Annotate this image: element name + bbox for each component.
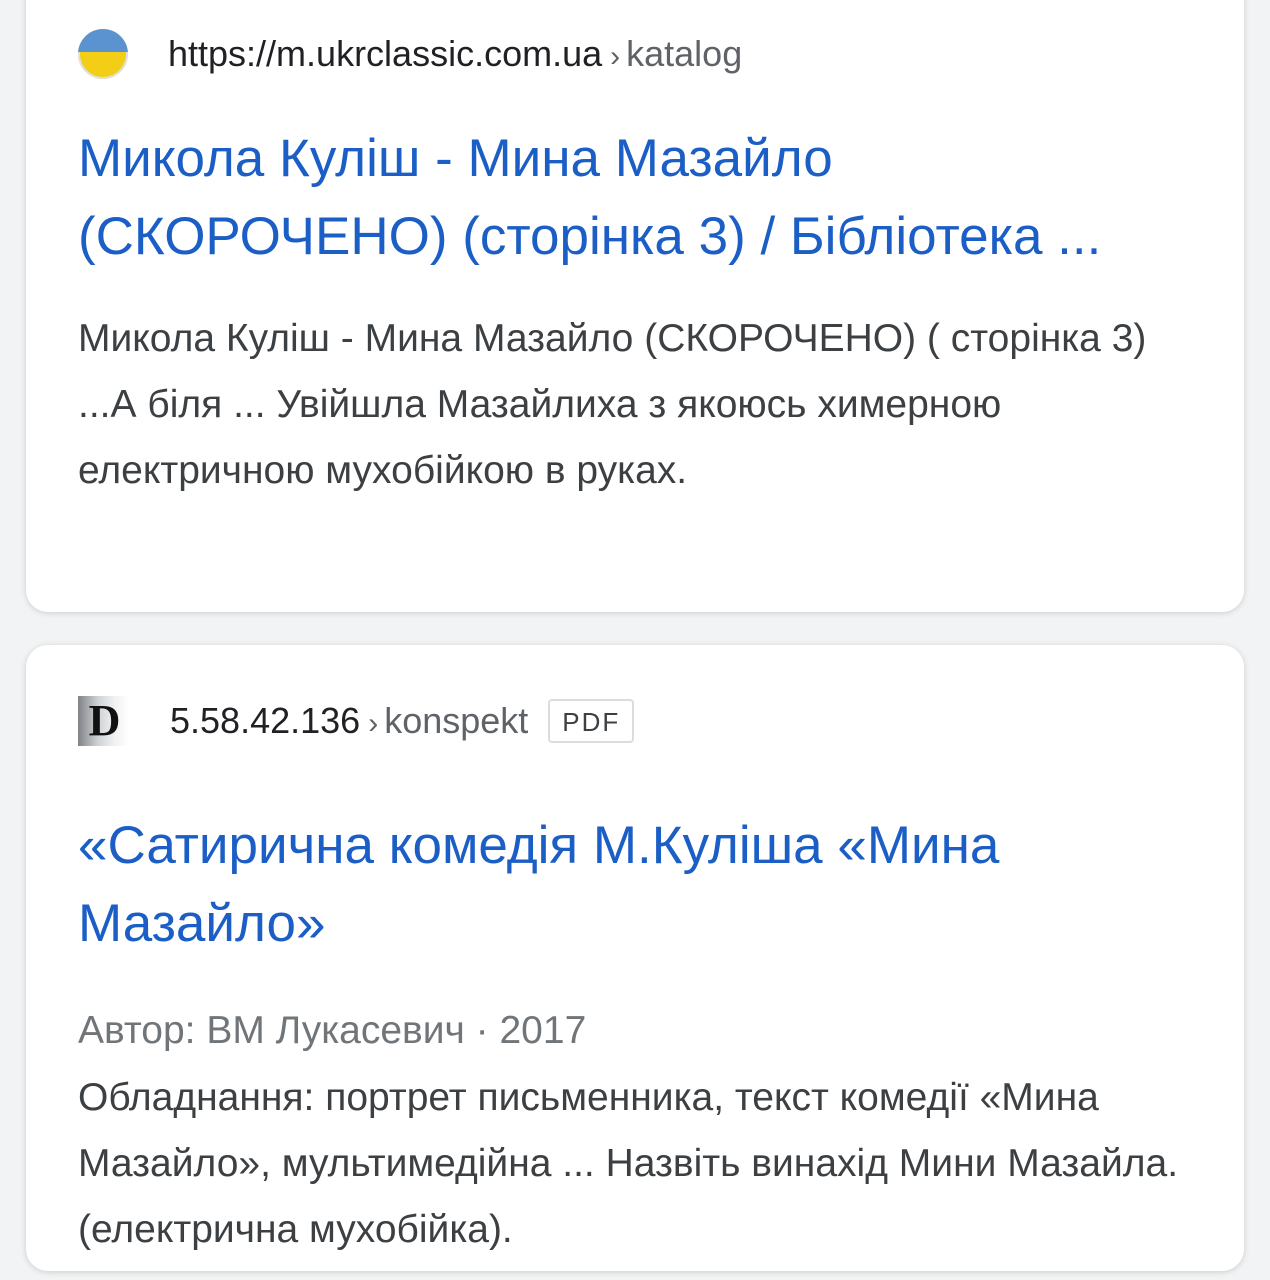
url-domain: https://m.ukrclassic.com.ua xyxy=(168,33,603,74)
result-title-link[interactable]: «Сатирична комедія М.Куліша «Мина Мазайл… xyxy=(78,807,1192,963)
result-url[interactable]: https://m.ukrclassic.com.ua › katalog xyxy=(168,33,742,75)
pdf-badge: PDF xyxy=(548,699,635,743)
ukraine-flag-icon xyxy=(78,29,128,79)
url-path: katalog xyxy=(626,33,743,74)
result-snippet: Обладнання: портрет письменника, текст к… xyxy=(78,1076,1179,1251)
chevron-right-icon: › xyxy=(610,40,621,73)
result-url[interactable]: 5.58.42.136 › konspekt xyxy=(170,700,528,742)
result-title-link[interactable]: Микола Куліш - Мина Мазайло (СКОРОЧЕНО) … xyxy=(78,120,1192,276)
url-domain: 5.58.42.136 xyxy=(170,700,361,741)
result-snippet: Микола Куліш - Мина Мазайло (СКОРОЧЕНО) … xyxy=(78,317,1147,492)
search-results-page: https://m.ukrclassic.com.ua › katalog Мико… xyxy=(0,0,1270,1280)
favicon-letter: D xyxy=(88,696,121,745)
search-result-card: D 5.58.42.136 › konspekt PDF «Сатирична ко… xyxy=(26,645,1244,1271)
search-result-card: https://m.ukrclassic.com.ua › katalog Мико… xyxy=(26,0,1244,612)
result-source[interactable]: D 5.58.42.136 › konspekt PDF xyxy=(78,693,1192,749)
result-source[interactable]: https://m.ukrclassic.com.ua › katalog xyxy=(78,26,1192,82)
d-letter-icon: D xyxy=(78,696,130,746)
chevron-right-icon: › xyxy=(368,707,379,740)
result-meta: Автор: ВМ Лукасевич · 2017 xyxy=(78,1009,587,1052)
url-path: konspekt xyxy=(384,700,529,741)
